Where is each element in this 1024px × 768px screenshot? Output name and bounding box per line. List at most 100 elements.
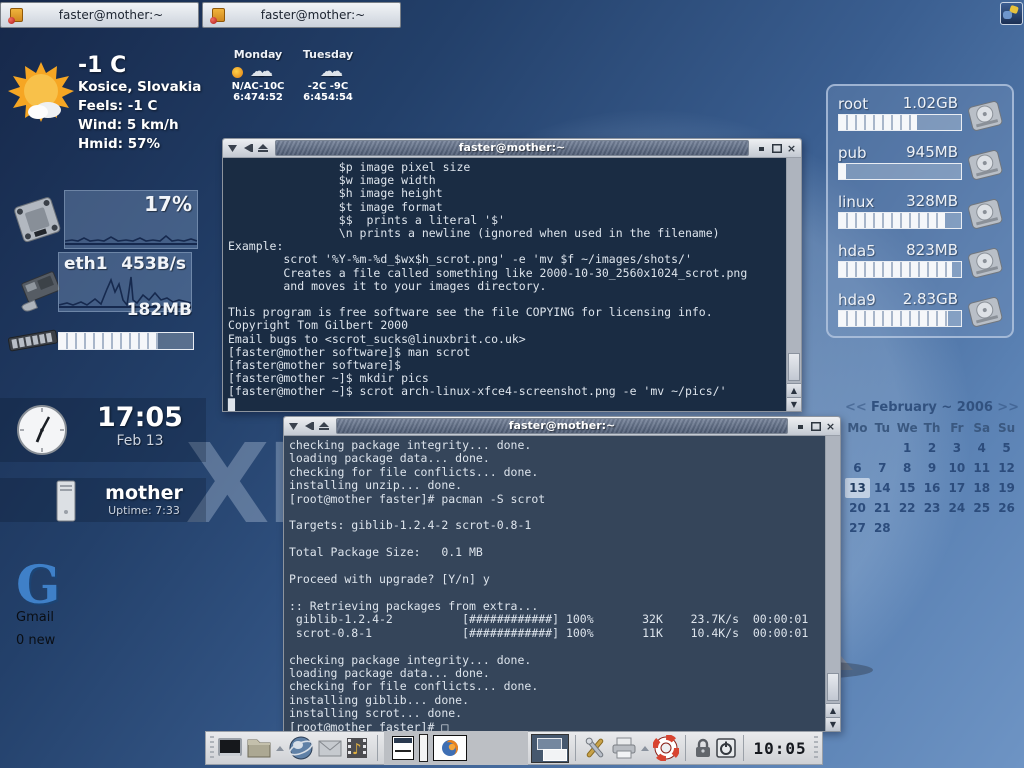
workspace-pager[interactable] xyxy=(531,734,569,763)
launcher-popup-arrow-icon[interactable] xyxy=(276,746,284,751)
printer-launcher[interactable] xyxy=(611,734,637,762)
calendar-day xyxy=(870,438,895,458)
calendar-day[interactable]: 1 xyxy=(895,438,920,458)
calendar-day[interactable]: 17 xyxy=(944,478,969,498)
minimize-button[interactable] xyxy=(755,142,768,154)
window-menu-icon[interactable] xyxy=(287,420,300,432)
calendar-day[interactable]: 25 xyxy=(969,498,994,518)
terminal-launcher[interactable] xyxy=(217,734,243,762)
calendar-day[interactable]: 21 xyxy=(870,498,895,518)
terminal-line xyxy=(289,506,823,519)
stick-icon[interactable] xyxy=(256,142,269,154)
weather-desklet[interactable]: -1 C Kosice, Slovakia Feels: -1 C Wind: … xyxy=(78,53,201,154)
shade-icon[interactable] xyxy=(241,142,254,154)
scrollbar-thumb[interactable] xyxy=(827,673,839,701)
file-manager-launcher[interactable] xyxy=(246,734,272,762)
clock-desklet[interactable]: 17:05 Feb 13 xyxy=(80,402,200,449)
terminal-line: Copyright Tom Gilbert 2000 xyxy=(228,319,784,332)
terminal-line: scrot '%Y-%m-%d_$wx$h_scrot.png' -e 'mv … xyxy=(228,253,784,266)
maximize-button[interactable] xyxy=(809,420,822,432)
scroll-down-icon[interactable]: ▼ xyxy=(787,397,801,411)
calendar-day[interactable]: 15 xyxy=(895,478,920,498)
analog-clock-icon[interactable] xyxy=(16,404,68,456)
calendar-day[interactable]: 5 xyxy=(994,438,1019,458)
terminal-line: Email bugs to <scrot_sucks@linuxbrit.co.… xyxy=(228,333,784,346)
forecast-desklet[interactable]: Monday ☁☁ N/AC-10C 6:474:52 Tuesday ☁☁ -… xyxy=(230,48,356,103)
launcher-popup-arrow-icon[interactable] xyxy=(641,746,649,751)
calendar-day[interactable]: 9 xyxy=(920,458,945,478)
shade-icon[interactable] xyxy=(302,420,315,432)
calendar-day[interactable]: 13 xyxy=(845,478,870,498)
terminal-1-screen[interactable]: $p image pixel size $w image width $h im… xyxy=(223,158,786,411)
scroll-up-icon[interactable]: ▲ xyxy=(787,383,801,397)
gmail-desklet[interactable]: G Gmail 0 new xyxy=(16,562,60,648)
close-button[interactable]: × xyxy=(824,420,837,432)
disk-bar xyxy=(838,114,962,131)
calendar-day[interactable]: 14 xyxy=(870,478,895,498)
tasklist-handle[interactable] xyxy=(419,734,428,762)
calendar-prev-button[interactable]: << xyxy=(845,400,867,415)
stick-icon[interactable] xyxy=(317,420,330,432)
calendar-day[interactable]: 24 xyxy=(944,498,969,518)
sun-cloud-icon[interactable] xyxy=(8,60,74,126)
calendar-day[interactable]: 22 xyxy=(895,498,920,518)
taskbar-window-2[interactable]: faster@mother:~ xyxy=(202,2,401,28)
calendar-day[interactable]: 26 xyxy=(994,498,1019,518)
calendar-day[interactable]: 16 xyxy=(920,478,945,498)
panel-lcd-clock[interactable]: 10:05 xyxy=(753,739,806,758)
panel-grip[interactable] xyxy=(210,736,214,760)
calendar-day[interactable]: 23 xyxy=(920,498,945,518)
taskbar-window-1[interactable]: faster@mother:~ xyxy=(0,2,199,28)
calendar-day[interactable]: 4 xyxy=(969,438,994,458)
clock-date: Feb 13 xyxy=(80,433,200,449)
calendar-day xyxy=(994,518,1019,538)
power-button[interactable] xyxy=(716,734,737,762)
cpu-monitor[interactable]: 17% xyxy=(64,190,198,249)
calendar-day[interactable]: 7 xyxy=(870,458,895,478)
terminal-2-scrollbar[interactable]: ▲ ▼ xyxy=(825,436,840,731)
firefox-task-icon[interactable] xyxy=(433,735,467,761)
terminal-line: :: Retrieving packages from extra... xyxy=(289,600,823,613)
media-player-launcher[interactable]: ♪ xyxy=(345,734,371,762)
mail-launcher[interactable] xyxy=(317,734,342,762)
calendar-day[interactable]: 10 xyxy=(944,458,969,478)
calendar-day[interactable]: 11 xyxy=(969,458,994,478)
uptime: Uptime: 7:33 xyxy=(84,504,204,517)
close-button[interactable]: × xyxy=(785,142,798,154)
calendar-next-button[interactable]: >> xyxy=(997,400,1019,415)
browser-launcher[interactable] xyxy=(288,734,314,762)
terminal-1-scrollbar[interactable]: ▲ ▼ xyxy=(786,158,801,411)
calendar-day[interactable]: 19 xyxy=(994,478,1019,498)
calendar-day[interactable]: 27 xyxy=(845,518,870,538)
minimize-button[interactable] xyxy=(794,420,807,432)
weather-wind: Wind: 5 km/h xyxy=(78,116,201,135)
maximize-button[interactable] xyxy=(770,142,783,154)
terminal-1-titlebar[interactable]: faster@mother:~ × xyxy=(223,139,801,158)
gmail-status: 0 new xyxy=(16,633,60,648)
calendar-day[interactable]: 6 xyxy=(845,458,870,478)
settings-launcher[interactable] xyxy=(582,734,608,762)
terminal-2-screen[interactable]: checking package integrity... done.loadi… xyxy=(284,436,825,731)
scroll-up-icon[interactable]: ▲ xyxy=(826,703,840,717)
calendar-day[interactable]: 3 xyxy=(944,438,969,458)
calendar-day[interactable]: 18 xyxy=(969,478,994,498)
calendar-day[interactable]: 8 xyxy=(895,458,920,478)
calendar-day[interactable]: 20 xyxy=(845,498,870,518)
calendar-day[interactable]: 28 xyxy=(870,518,895,538)
xterm-icon xyxy=(7,7,24,24)
calendar-day[interactable]: 2 xyxy=(920,438,945,458)
systray-puzzle-icon[interactable] xyxy=(1000,2,1023,25)
window-menu-icon[interactable] xyxy=(226,142,239,154)
lock-screen-button[interactable] xyxy=(692,734,713,762)
terminal-2-titlebar[interactable]: faster@mother:~ × xyxy=(284,417,840,436)
tasklist-window-icon[interactable] xyxy=(392,736,414,760)
terminal-line: $h image height xyxy=(228,187,784,200)
computer-tower-icon xyxy=(55,480,77,522)
scrollbar-thumb[interactable] xyxy=(788,353,800,381)
help-launcher[interactable] xyxy=(653,734,679,762)
calendar-day[interactable]: 12 xyxy=(994,458,1019,478)
scroll-down-icon[interactable]: ▼ xyxy=(826,717,840,731)
panel-grip[interactable] xyxy=(814,736,818,760)
bottom-panel: ♪ 10:05 xyxy=(205,731,823,765)
host-desklet[interactable]: mother Uptime: 7:33 xyxy=(84,482,204,517)
